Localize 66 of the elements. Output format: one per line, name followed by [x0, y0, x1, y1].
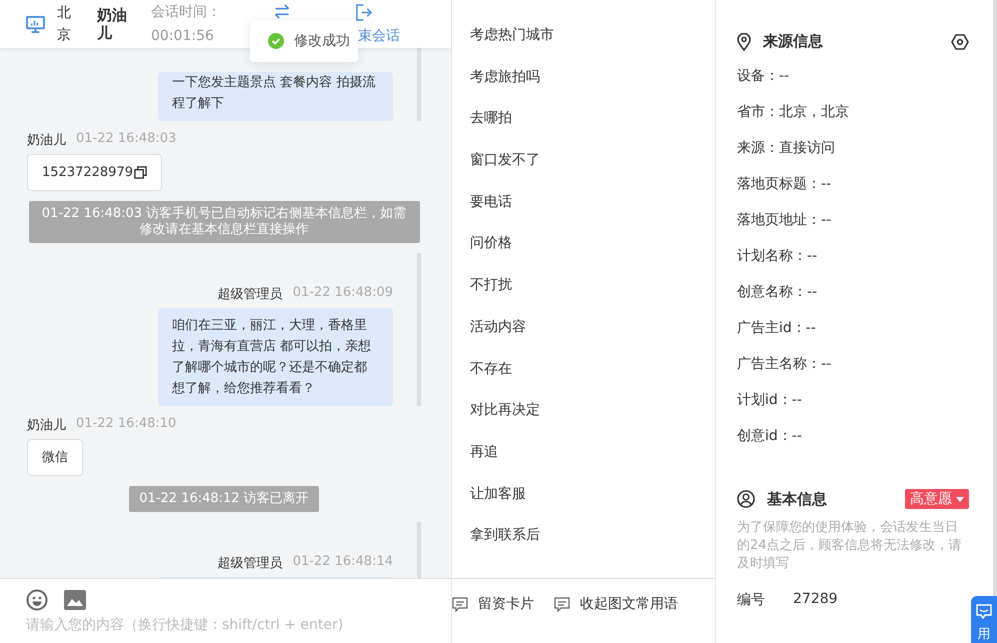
message-icon: [554, 596, 570, 612]
quick-action-button[interactable]: 收起图文常用语: [554, 593, 678, 615]
section-title: 基本信息: [767, 490, 827, 508]
message-time: 01-22 16:48:03: [76, 131, 176, 148]
info-field: 落地页标题：--: [737, 173, 969, 209]
field-value: 27289: [793, 591, 838, 609]
check-circle-icon: [268, 33, 284, 49]
info-field: 计划id：--: [737, 389, 969, 425]
image-icon[interactable]: [64, 590, 86, 610]
toast-text: 修改成功: [294, 32, 350, 50]
info-field: 创意名称：--: [737, 281, 969, 317]
sender-name: 超级管理员: [218, 286, 283, 303]
user-circle-icon: [737, 490, 755, 508]
section-title: 来源信息: [763, 32, 823, 51]
quick-reply-item[interactable]: 要电话: [470, 190, 710, 232]
system-notice: 01-22 16:48:12 访客已离开: [129, 486, 319, 512]
visitor-location: 北京: [57, 4, 72, 45]
message-bubble: 咱们在三亚，丽江，大理，香格里拉，青海有直营店 都可以拍，亲想了解哪个城市的呢？还是不确定都想了解，给您推荐看看？: [158, 308, 393, 406]
info-note: 为了保障您的使用体验，会话发生当日的24点之后，顾客信息将无法修改，请及时填写: [737, 519, 963, 573]
quick-reply-item[interactable]: 活动内容: [470, 316, 710, 358]
transfer-icon[interactable]: [273, 4, 291, 18]
quick-reply-item[interactable]: 窗口发不了: [470, 149, 710, 191]
visitor-name: 奶油儿: [97, 6, 128, 42]
floating-chat-button[interactable]: 用: [971, 596, 997, 643]
message-time: 01-22 16:48:10: [76, 416, 176, 433]
session-time-label: 会话时间：: [151, 3, 221, 22]
quick-reply-item[interactable]: 对比再决定: [470, 399, 710, 441]
session-time: 00:01:56: [151, 27, 215, 46]
message-text: 微信: [42, 449, 68, 467]
sender-name: 奶油儿: [27, 417, 66, 434]
message-text: 15237228979: [42, 164, 133, 182]
quick-reply-item[interactable]: 拿到联系后: [470, 524, 710, 566]
info-field: 创意id：--: [737, 425, 969, 461]
system-notice: 01-22 16:48:03 访客手机号已自动标记右侧基本信息栏，如需修改请在基本信息栏直接操作: [28, 201, 420, 243]
quick-reply-item[interactable]: 不存在: [470, 358, 710, 400]
quick-action-button[interactable]: 留资卡片: [452, 593, 534, 615]
intent-tag-dropdown[interactable]: 高意愿: [905, 489, 969, 509]
quick-reply-item[interactable]: 去哪拍: [470, 107, 710, 150]
quick-reply-item[interactable]: 不打扰: [470, 274, 710, 316]
info-field: 计划名称：--: [737, 245, 969, 281]
message-icon: [452, 596, 468, 612]
quick-reply-item[interactable]: 考虑旅拍吗: [470, 66, 710, 108]
quick-reply-item[interactable]: 让加客服: [470, 482, 710, 524]
sender-name: 奶油儿: [27, 132, 66, 149]
field-label: 编号: [737, 591, 765, 609]
exit-icon[interactable]: [355, 4, 372, 20]
info-field: 落地页地址：--: [737, 209, 969, 245]
info-field: 广告主id：--: [737, 317, 969, 353]
message-time: 01-22 16:48:09: [292, 285, 393, 302]
chat-icon: [976, 604, 992, 619]
info-field: 设备：--: [737, 65, 969, 101]
settings-icon[interactable]: [951, 32, 969, 50]
location-pin-icon: [737, 32, 751, 50]
quick-reply-item[interactable]: 问价格: [470, 232, 710, 274]
info-field: 来源：直接访问: [737, 137, 969, 173]
message-bubble: 一下您发主题景点 套餐内容 拍摄流程了解下: [158, 72, 393, 121]
info-field: 省市：北京，北京: [737, 101, 969, 137]
monitor-icon: [26, 16, 45, 32]
info-field: 广告主名称：--: [737, 353, 969, 389]
caret-icon: [956, 496, 964, 502]
emoji-icon[interactable]: [26, 589, 48, 611]
quick-reply-item[interactable]: 再追: [470, 440, 710, 483]
message-time: 01-22 16:48:14: [292, 554, 393, 571]
copy-icon[interactable]: [134, 166, 147, 179]
sender-name: 超级管理员: [218, 555, 283, 572]
quick-reply-item[interactable]: 考虑热门城市: [470, 24, 710, 66]
